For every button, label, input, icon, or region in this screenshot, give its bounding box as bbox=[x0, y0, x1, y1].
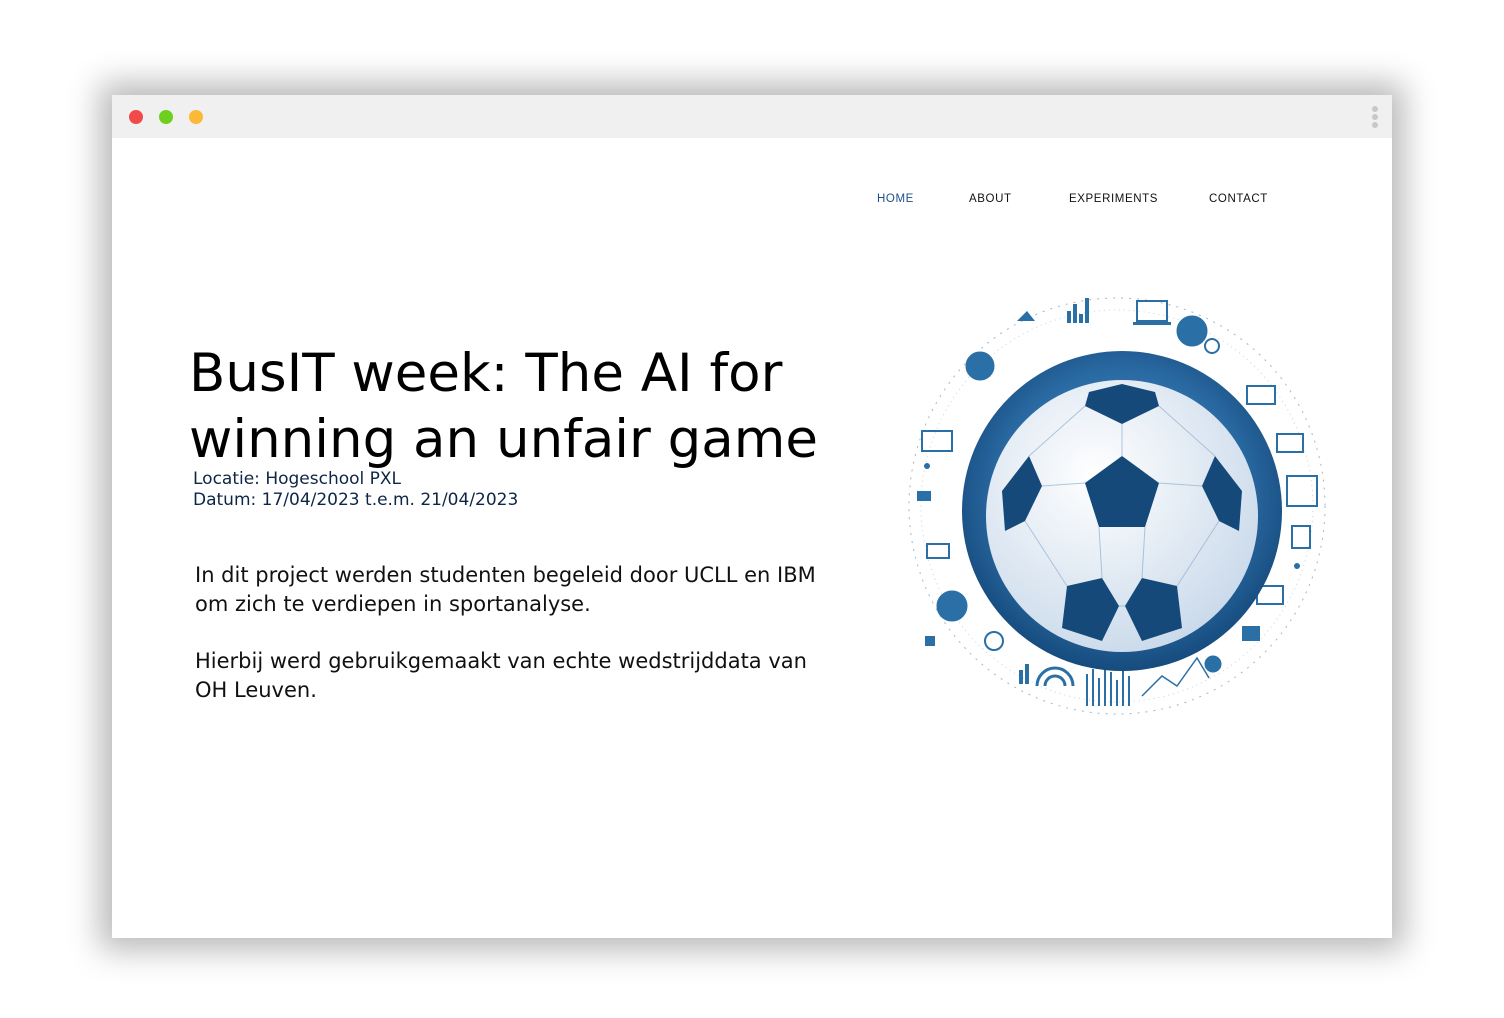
kebab-menu-icon[interactable] bbox=[1371, 106, 1379, 130]
nav-item-experiments[interactable]: EXPERIMENTS bbox=[1069, 193, 1158, 205]
close-window-button[interactable] bbox=[129, 110, 143, 124]
page-title: BusIT week: The AI for winning an unfair… bbox=[189, 343, 819, 470]
browser-titlebar bbox=[112, 95, 1392, 138]
main-navigation: HOME ABOUT EXPERIMENTS CONTACT bbox=[112, 193, 1392, 213]
page-viewport: HOME ABOUT EXPERIMENTS CONTACT BusIT wee… bbox=[112, 138, 1392, 938]
nav-item-about[interactable]: ABOUT bbox=[969, 193, 1012, 205]
event-date: Datum: 17/04/2023 t.e.m. 21/04/2023 bbox=[193, 490, 519, 510]
nav-item-contact[interactable]: CONTACT bbox=[1209, 193, 1268, 205]
event-location: Locatie: Hogeschool PXL bbox=[193, 469, 402, 489]
maximize-window-button[interactable] bbox=[189, 110, 203, 124]
nav-item-home[interactable]: HOME bbox=[877, 193, 914, 205]
soccer-ball-illustration bbox=[908, 297, 1326, 715]
minimize-window-button[interactable] bbox=[159, 110, 173, 124]
event-details: Locatie: Hogeschool PXL Datum: 17/04/202… bbox=[193, 469, 518, 511]
browser-window: HOME ABOUT EXPERIMENTS CONTACT BusIT wee… bbox=[112, 95, 1392, 938]
description-paragraph: Hierbij werd gebruikgemaakt van echte we… bbox=[195, 649, 807, 702]
soccer-ball-icon bbox=[962, 351, 1282, 671]
description-paragraph: In dit project werden studenten begeleid… bbox=[195, 563, 816, 616]
project-description: In dit project werden studenten begeleid… bbox=[195, 561, 845, 733]
